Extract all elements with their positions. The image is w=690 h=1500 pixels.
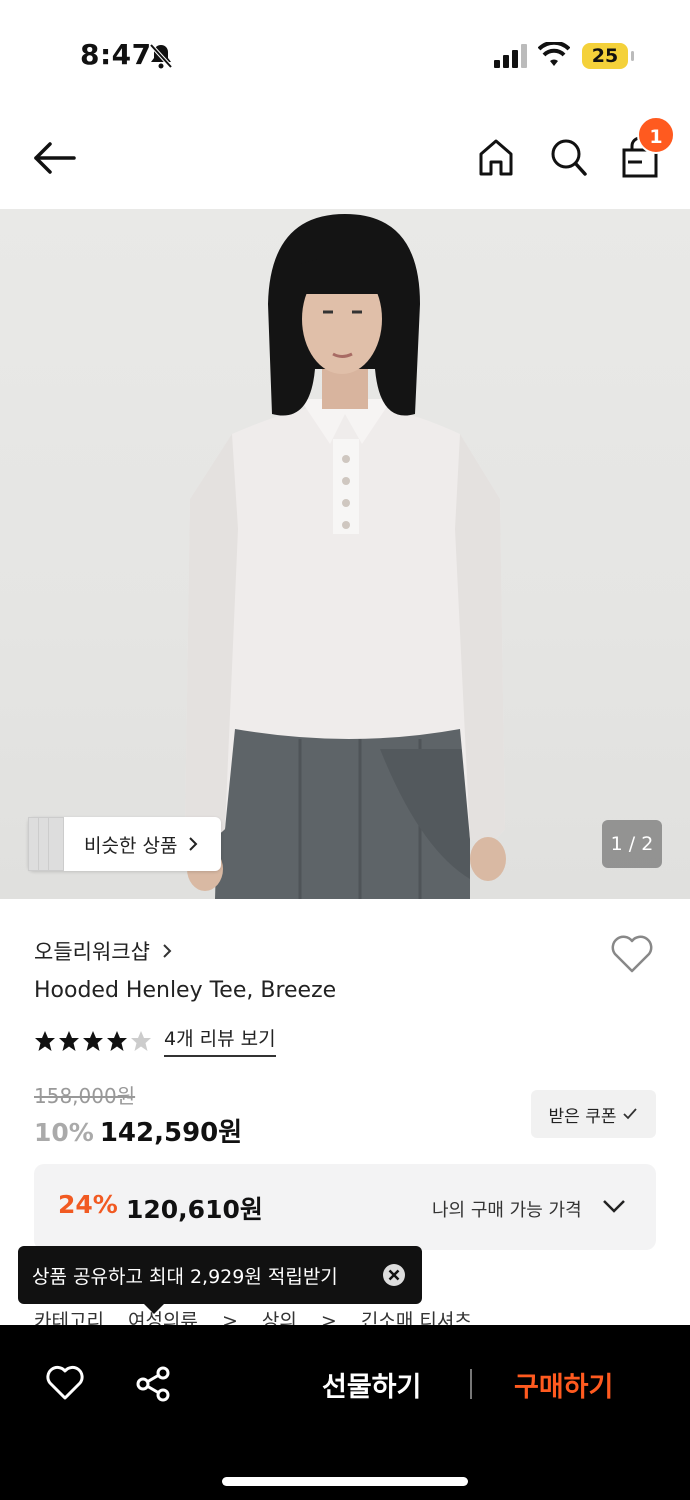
bottom-action-bar: 선물하기 구매하기 (0, 1325, 690, 1500)
star-empty-icon (131, 1030, 151, 1051)
my-price-label: 나의 구매 가능 가격 (432, 1200, 582, 1221)
share-icon[interactable] (134, 1365, 172, 1403)
similar-products-button[interactable]: 비슷한 상품 (28, 817, 221, 871)
chevron-down-icon (603, 1200, 625, 1213)
chevron-right-icon (189, 837, 198, 851)
battery-icon: 25 (582, 43, 634, 69)
wifi-icon (538, 42, 570, 66)
star-filled-icon (107, 1030, 127, 1051)
image-page-indicator: 1 / 2 (602, 820, 662, 868)
share-reward-tooltip: 상품 공유하고 최대 2,929원 적립받기 (18, 1246, 422, 1314)
heart-icon[interactable] (46, 1365, 84, 1401)
status-bar: 8:47 25 (0, 0, 690, 100)
similar-products-label: 비슷한 상품 (84, 834, 178, 857)
cart-count-badge: 1 (637, 116, 675, 154)
status-time: 8:47 (80, 38, 152, 71)
price-row: 10% 142,590원 (34, 1112, 242, 1149)
brand-name: 오들리워크샵 (34, 940, 150, 964)
coupon-label: 받은 쿠폰 (548, 1106, 617, 1127)
star-filled-icon (35, 1030, 55, 1051)
sale-price: 142,590원 (99, 1118, 243, 1148)
rating-row: 4개 리뷰 보기 (34, 1024, 276, 1057)
received-coupon-button[interactable]: 받은 쿠폰 (531, 1090, 656, 1138)
brand-link[interactable]: 오들리워크샵 (34, 936, 172, 966)
heart-icon[interactable] (610, 934, 654, 974)
back-arrow-icon[interactable] (30, 138, 80, 178)
search-icon[interactable] (548, 136, 588, 178)
tooltip-text: 상품 공유하고 최대 2,929원 적립받기 (32, 1265, 338, 1288)
product-photo (185, 214, 506, 899)
signal-icon (494, 44, 527, 68)
product-image[interactable]: 비슷한 상품 1 / 2 (0, 209, 690, 899)
star-filled-icon (59, 1030, 79, 1051)
review-link[interactable]: 4개 리뷰 보기 (164, 1024, 276, 1057)
my-price-dropdown[interactable]: 24% 120,610원 나의 구매 가능 가격 (34, 1164, 656, 1250)
home-indicator (222, 1477, 468, 1486)
gift-button[interactable]: 선물하기 (322, 1365, 421, 1404)
check-icon (623, 1108, 638, 1120)
top-nav (0, 110, 690, 206)
chevron-right-icon (163, 944, 172, 958)
bell-slash-icon (149, 43, 173, 69)
original-price: 158,000원 (34, 1084, 136, 1108)
star-filled-icon (83, 1030, 103, 1051)
product-title: Hooded Henley Tee, Breeze (34, 978, 337, 1003)
my-discount-rate: 24% (58, 1190, 118, 1219)
home-icon[interactable] (476, 136, 516, 178)
divider (470, 1369, 472, 1399)
similar-thumbnail (28, 817, 64, 871)
discount-rate: 10% (34, 1118, 94, 1147)
buy-button[interactable]: 구매하기 (514, 1365, 613, 1404)
my-price: 120,610원 (126, 1195, 263, 1224)
close-icon[interactable] (382, 1263, 406, 1287)
